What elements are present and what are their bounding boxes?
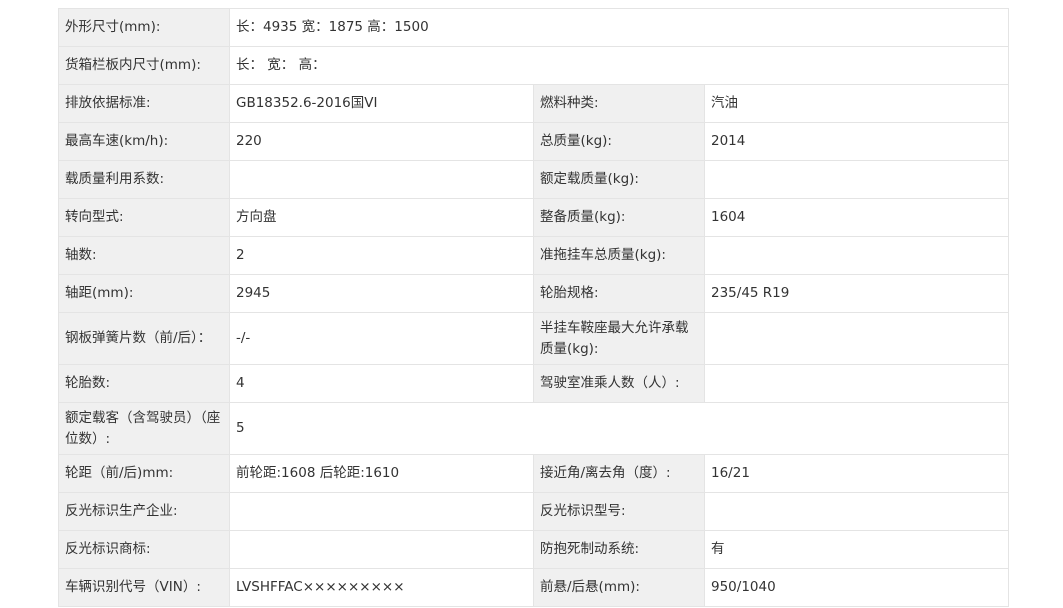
spec-value: -/- [229,312,534,365]
table-row: 货箱栏板内尺寸(mm): 长： 宽： 高： [58,46,1010,85]
spec-label: 排放依据标准: [58,84,230,123]
spec-value [703,160,1010,199]
spec-value [703,364,1010,403]
spec-value: 4 [229,364,534,403]
spec-label: 整备质量(kg): [533,198,705,237]
spec-value [229,160,534,199]
spec-value: LVSHFFAC××××××××× [229,568,534,607]
table-row: 反光标识商标: 防抱死制动系统: 有 [58,530,1010,569]
spec-label: 防抱死制动系统: [533,530,705,569]
spec-label: 轴距(mm): [58,274,230,313]
spec-value: 长：4935 宽：1875 高：1500 [228,8,1010,47]
spec-value: GB18352.6-2016国VI [229,84,534,123]
table-row: 转向型式: 方向盘 整备质量(kg): 1604 [58,198,1010,237]
spec-value: 长： 宽： 高： [228,46,1010,85]
spec-label: 反光标识商标: [58,530,230,569]
spec-label: 准拖挂车总质量(kg): [533,236,705,275]
spec-value: 2 [229,236,534,275]
table-row: 轮距（前/后)mm: 前轮距:1608 后轮距:1610 接近角/离去角（度）:… [58,454,1010,493]
spec-label: 燃料种类: [533,84,705,123]
spec-label: 货箱栏板内尺寸(mm): [58,46,230,85]
spec-label: 额定载质量(kg): [533,160,705,199]
table-row: 外形尺寸(mm): 长：4935 宽：1875 高：1500 [58,8,1010,47]
spec-label: 轮胎规格: [533,274,705,313]
spec-label: 最高车速(km/h): [58,122,230,161]
spec-label: 前悬/后悬(mm): [533,568,705,607]
spec-label: 反光标识生产企业: [58,492,230,531]
spec-label: 载质量利用系数: [58,160,230,199]
spec-label: 驾驶室准乘人数（人）: [533,364,705,403]
spec-value: 2014 [703,122,1010,161]
spec-label: 半挂车鞍座最大允许承载质量(kg): [533,312,705,365]
spec-label: 额定载客（含驾驶员）（座位数）: [58,402,230,455]
spec-label: 接近角/离去角（度）: [533,454,705,493]
table-row: 最高车速(km/h): 220 总质量(kg): 2014 [58,122,1010,161]
spec-label: 转向型式: [58,198,230,237]
spec-label: 钢板弹簧片数（前/后）： [58,312,230,365]
table-row: 额定载客（含驾驶员）（座位数）: 5 [58,402,1010,455]
spec-value: 2945 [229,274,534,313]
spec-label: 总质量(kg): [533,122,705,161]
spec-value [703,492,1010,531]
table-row: 载质量利用系数: 额定载质量(kg): [58,160,1010,199]
table-row: 排放依据标准: GB18352.6-2016国VI 燃料种类: 汽油 [58,84,1010,123]
spec-value: 5 [228,402,1010,455]
table-row: 钢板弹簧片数（前/后）： -/- 半挂车鞍座最大允许承载质量(kg): [58,312,1010,365]
spec-value [703,312,1010,365]
vehicle-spec-table: 外形尺寸(mm): 长：4935 宽：1875 高：1500 货箱栏板内尺寸(m… [58,8,1010,607]
table-row: 轴数: 2 准拖挂车总质量(kg): [58,236,1010,275]
spec-value [229,530,534,569]
table-row: 轴距(mm): 2945 轮胎规格: 235/45 R19 [58,274,1010,313]
spec-label: 轴数: [58,236,230,275]
spec-value [703,236,1010,275]
spec-label: 车辆识别代号（VIN）: [58,568,230,607]
spec-value: 950/1040 [703,568,1010,607]
spec-value: 有 [703,530,1010,569]
spec-value: 前轮距:1608 后轮距:1610 [229,454,534,493]
spec-value: 16/21 [703,454,1010,493]
spec-value: 1604 [703,198,1010,237]
spec-label: 轮距（前/后)mm: [58,454,230,493]
spec-value [229,492,534,531]
spec-value: 235/45 R19 [703,274,1010,313]
spec-value: 汽油 [703,84,1010,123]
spec-value: 方向盘 [229,198,534,237]
spec-label: 反光标识型号: [533,492,705,531]
spec-label: 轮胎数: [58,364,230,403]
spec-value: 220 [229,122,534,161]
table-row: 反光标识生产企业: 反光标识型号: [58,492,1010,531]
table-row: 轮胎数: 4 驾驶室准乘人数（人）: [58,364,1010,403]
table-row: 车辆识别代号（VIN）: LVSHFFAC××××××××× 前悬/后悬(mm)… [58,568,1010,607]
spec-label: 外形尺寸(mm): [58,8,230,47]
